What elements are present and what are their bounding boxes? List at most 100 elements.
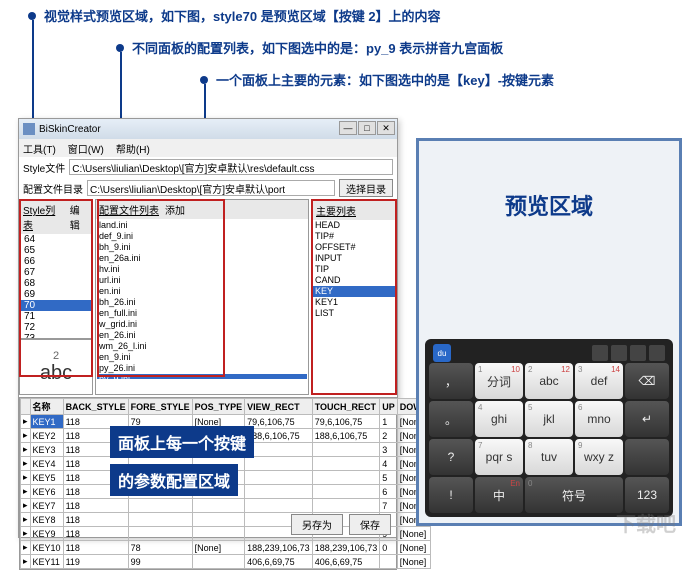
style-item[interactable]: 72: [20, 322, 92, 333]
key-exclaim[interactable]: !: [429, 477, 473, 513]
menu-tools[interactable]: 工具(T): [23, 141, 56, 156]
table-cell[interactable]: 7: [380, 499, 398, 513]
table-cell[interactable]: 99: [128, 555, 192, 569]
minimize-button[interactable]: ―: [339, 121, 357, 135]
table-cell[interactable]: KEY4: [30, 457, 63, 471]
table-cell[interactable]: 406,6,69,75: [245, 555, 313, 569]
table-cell[interactable]: KEY2: [30, 429, 63, 443]
table-header[interactable]: [21, 399, 31, 415]
table-header[interactable]: VIEW_RECT: [245, 399, 313, 415]
key-enter[interactable]: ↵: [625, 401, 669, 437]
table-cell[interactable]: [245, 471, 313, 485]
table-cell[interactable]: 6: [380, 485, 398, 499]
key-9[interactable]: 9wxy z: [575, 439, 623, 475]
config-item[interactable]: bh_9.ini: [97, 242, 307, 253]
table-cell[interactable]: ▸: [21, 485, 31, 499]
key-item[interactable]: CAND: [313, 275, 395, 286]
table-cell[interactable]: [128, 499, 192, 513]
style-item[interactable]: 73: [20, 333, 92, 338]
style-item[interactable]: 69: [20, 289, 92, 300]
key-2[interactable]: 212abc: [525, 363, 573, 399]
table-cell[interactable]: 188,6,106,75: [312, 429, 380, 443]
style-list[interactable]: 64656667686970717273: [20, 234, 92, 338]
table-header[interactable]: TOUCH_RECT: [312, 399, 380, 415]
table-cell[interactable]: 118: [63, 499, 128, 513]
config-item[interactable]: en.ini: [97, 286, 307, 297]
key-item[interactable]: KEY1: [313, 297, 395, 308]
edit-link[interactable]: 编辑: [70, 202, 89, 232]
style-item[interactable]: 65: [20, 245, 92, 256]
key-backspace[interactable]: ⌫: [625, 363, 669, 399]
table-cell[interactable]: KEY1: [30, 415, 63, 429]
key-4[interactable]: 4ghi: [475, 401, 523, 437]
menu-help[interactable]: 帮助(H): [116, 141, 150, 156]
table-cell[interactable]: [312, 443, 380, 457]
key-item[interactable]: HEAD: [313, 220, 395, 231]
table-cell[interactable]: ▸: [21, 457, 31, 471]
table-cell[interactable]: KEY11: [30, 555, 63, 569]
key-1[interactable]: 110分词: [475, 363, 523, 399]
table-cell[interactable]: [192, 527, 245, 541]
maximize-button[interactable]: □: [358, 121, 376, 135]
table-cell[interactable]: [None]: [192, 541, 245, 555]
key-smile[interactable]: [625, 439, 669, 475]
menu-window[interactable]: 窗口(W): [68, 141, 104, 156]
table-cell[interactable]: ▸: [21, 513, 31, 527]
style-item[interactable]: 71: [20, 311, 92, 322]
config-item[interactable]: def_9.ini: [97, 231, 307, 242]
table-cell[interactable]: ▸: [21, 555, 31, 569]
table-cell[interactable]: KEY10: [30, 541, 63, 555]
table-cell[interactable]: [None]: [397, 555, 431, 569]
table-cell[interactable]: 188,239,106,73: [245, 541, 313, 555]
key-8[interactable]: 8tuv: [525, 439, 573, 475]
save-as-button[interactable]: 另存为: [291, 514, 343, 535]
config-item[interactable]: py_9.ini: [97, 374, 307, 379]
table-cell[interactable]: [192, 499, 245, 513]
config-list[interactable]: land.inidef_9.inibh_9.inien_26a.inihv.in…: [96, 219, 308, 379]
table-cell[interactable]: [192, 513, 245, 527]
key-item[interactable]: KEY: [313, 286, 395, 297]
config-list-tab[interactable]: 配置文件列表: [99, 202, 159, 217]
config-item[interactable]: en_26a.ini: [97, 253, 307, 264]
table-cell[interactable]: 118: [63, 541, 128, 555]
key-7[interactable]: 7pqr s: [475, 439, 523, 475]
table-cell[interactable]: [245, 499, 313, 513]
table-cell[interactable]: 188,239,106,73: [312, 541, 380, 555]
table-cell[interactable]: [None]: [397, 527, 431, 541]
config-item[interactable]: bh_26.ini: [97, 297, 307, 308]
table-cell[interactable]: KEY6: [30, 485, 63, 499]
key-item[interactable]: LIST: [313, 308, 395, 319]
table-cell[interactable]: 188,6,106,75: [245, 429, 313, 443]
table-cell[interactable]: KEY5: [30, 471, 63, 485]
config-item[interactable]: en_9.ini: [97, 352, 307, 363]
table-cell[interactable]: [245, 443, 313, 457]
config-item[interactable]: wm_26_l.ini: [97, 341, 307, 352]
table-cell[interactable]: 78: [128, 541, 192, 555]
table-cell[interactable]: 5: [380, 471, 398, 485]
config-item[interactable]: land.ini: [97, 220, 307, 231]
key-item[interactable]: TIP#: [313, 231, 395, 242]
config-item[interactable]: en_26.ini: [97, 330, 307, 341]
kb-icon-1[interactable]: [592, 345, 608, 361]
table-header[interactable]: POS_TYPE: [192, 399, 245, 415]
table-cell[interactable]: 2: [380, 429, 398, 443]
key-item[interactable]: INPUT: [313, 253, 395, 264]
key-list[interactable]: HEADTIP#OFFSET#INPUTTIPCANDKEYKEY1LIST: [313, 220, 395, 378]
key-comma[interactable]: ，: [429, 363, 473, 399]
close-button[interactable]: ✕: [377, 121, 395, 135]
config-dir-input[interactable]: [87, 180, 335, 196]
table-cell[interactable]: 79,6,106,75: [245, 415, 313, 429]
table-cell[interactable]: [None]: [397, 541, 431, 555]
select-dir-button[interactable]: 选择目录: [339, 179, 393, 197]
table-row[interactable]: ▸KEY71187[None]: [21, 499, 431, 513]
table-cell[interactable]: ▸: [21, 443, 31, 457]
table-cell[interactable]: ▸: [21, 429, 31, 443]
table-row[interactable]: ▸KEY1011878[None]188,239,106,73188,239,1…: [21, 541, 431, 555]
style-item[interactable]: 70: [20, 300, 92, 311]
table-cell[interactable]: [128, 527, 192, 541]
table-cell[interactable]: 1: [380, 415, 398, 429]
key-5[interactable]: 5jkl: [525, 401, 573, 437]
table-cell[interactable]: [128, 513, 192, 527]
table-cell[interactable]: ▸: [21, 541, 31, 555]
table-cell[interactable]: [380, 555, 398, 569]
